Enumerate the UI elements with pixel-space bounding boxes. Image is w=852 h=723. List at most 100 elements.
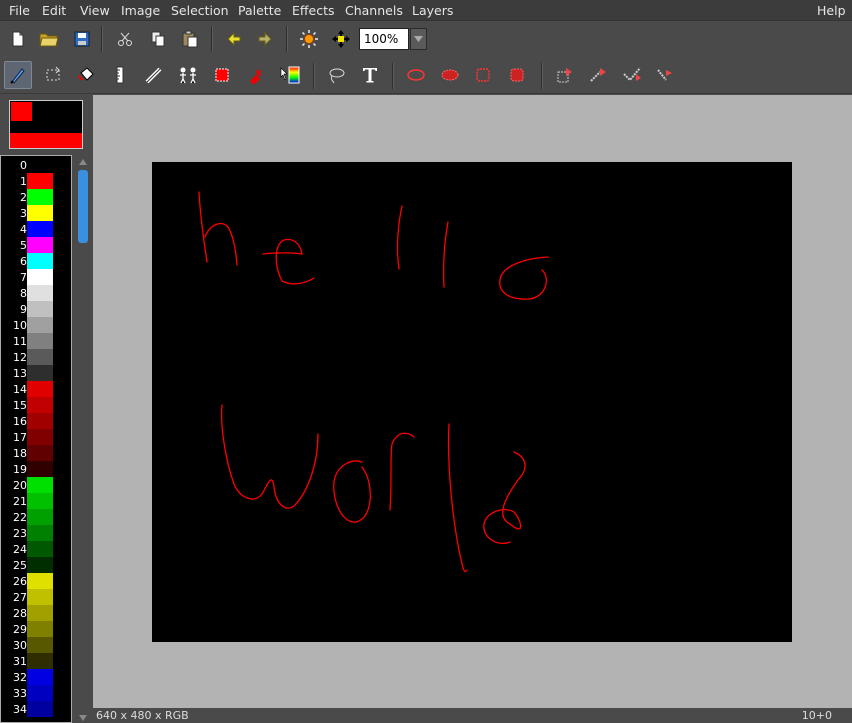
palette-color-swatch[interactable] (27, 605, 53, 621)
palette-color-swatch[interactable] (27, 493, 53, 509)
palette-entry[interactable]: 24 (1, 541, 71, 557)
palette-entry[interactable]: 29 (1, 621, 71, 637)
palette-entry[interactable]: 13 (1, 365, 71, 381)
palette-color-swatch[interactable] (27, 365, 53, 381)
palette-entry[interactable]: 6 (1, 253, 71, 269)
palette-color-swatch[interactable] (27, 413, 53, 429)
palette-entry[interactable]: 20 (1, 477, 71, 493)
palette-color-swatch[interactable] (27, 461, 53, 477)
palette-entry[interactable]: 14 (1, 381, 71, 397)
palette-color-swatch[interactable] (27, 557, 53, 573)
palette-entry[interactable]: 12 (1, 349, 71, 365)
image-canvas[interactable] (152, 162, 792, 642)
canvas-workspace[interactable] (93, 95, 852, 708)
palette-entry[interactable]: 26 (1, 573, 71, 589)
brush-preset-4-icon[interactable] (652, 61, 680, 89)
rect-fill-icon[interactable] (503, 61, 531, 89)
palette-color-swatch[interactable] (27, 685, 53, 701)
ruler-icon[interactable] (106, 61, 134, 89)
cut-icon[interactable] (111, 25, 139, 53)
palette-entry[interactable]: 0 (1, 157, 71, 173)
palette-entry[interactable]: 16 (1, 413, 71, 429)
redo-icon[interactable] (251, 25, 279, 53)
palette-entry[interactable]: 17 (1, 429, 71, 445)
palette-entry[interactable]: 11 (1, 333, 71, 349)
palette-entry[interactable]: 8 (1, 285, 71, 301)
palette-color-swatch[interactable] (27, 221, 53, 237)
save-icon[interactable] (68, 25, 96, 53)
palette-color-swatch[interactable] (27, 525, 53, 541)
fill-bucket-icon[interactable] (72, 61, 100, 89)
clone-icon[interactable] (174, 61, 202, 89)
menu-palette[interactable]: Palette (238, 3, 281, 18)
palette-entry[interactable]: 33 (1, 685, 71, 701)
palette-color-swatch[interactable] (27, 381, 53, 397)
copy-icon[interactable] (144, 25, 172, 53)
zoom-dropdown-button[interactable] (410, 28, 427, 50)
crop-select-icon[interactable] (39, 61, 67, 89)
open-folder-icon[interactable] (35, 25, 63, 53)
palette-entry[interactable]: 1 (1, 173, 71, 189)
brush-preset-1-icon[interactable] (551, 61, 579, 89)
palette-color-swatch[interactable] (27, 317, 53, 333)
palette-color-swatch[interactable] (27, 621, 53, 637)
palette-entry[interactable]: 4 (1, 221, 71, 237)
new-file-icon[interactable] (4, 25, 32, 53)
palette-color-swatch[interactable] (27, 253, 53, 269)
palette-color-swatch[interactable] (27, 653, 53, 669)
palette-color-swatch[interactable] (27, 477, 53, 493)
background-color-swatch[interactable] (10, 133, 82, 148)
menu-view[interactable]: View (80, 3, 110, 18)
paste-icon[interactable] (176, 25, 204, 53)
palette-entry[interactable]: 2 (1, 189, 71, 205)
zoom-input[interactable]: 100% (359, 28, 409, 50)
palette-color-swatch[interactable] (27, 445, 53, 461)
palette-color-swatch[interactable] (27, 397, 53, 413)
color-preview[interactable] (9, 100, 83, 149)
palette-color-swatch[interactable] (27, 573, 53, 589)
brush-preset-2-icon[interactable] (585, 61, 613, 89)
palette-color-swatch[interactable] (27, 157, 53, 173)
palette-entry[interactable]: 15 (1, 397, 71, 413)
palette-color-swatch[interactable] (27, 429, 53, 445)
palette-entry[interactable]: 3 (1, 205, 71, 221)
palette-entry[interactable]: 9 (1, 301, 71, 317)
palette-color-swatch[interactable] (27, 333, 53, 349)
palette-entry[interactable]: 34 (1, 701, 71, 717)
palette-entry[interactable]: 21 (1, 493, 71, 509)
palette-entry[interactable]: 22 (1, 509, 71, 525)
undo-icon[interactable] (220, 25, 248, 53)
palette-entry[interactable]: 31 (1, 653, 71, 669)
palette-entry[interactable]: 7 (1, 269, 71, 285)
lasso-icon[interactable] (322, 61, 350, 89)
palette-entry[interactable]: 23 (1, 525, 71, 541)
gradient-icon[interactable] (276, 61, 304, 89)
palette-color-swatch[interactable] (27, 637, 53, 653)
foreground-color-swatch[interactable] (11, 102, 32, 121)
menu-effects[interactable]: Effects (292, 3, 335, 18)
palette-scrollbar[interactable] (76, 155, 90, 723)
palette-color-swatch[interactable] (27, 269, 53, 285)
palette-color-swatch[interactable] (27, 285, 53, 301)
palette-color-swatch[interactable] (27, 589, 53, 605)
scroll-up-icon[interactable] (79, 159, 87, 165)
palette-color-swatch[interactable] (27, 541, 53, 557)
brush-preset-3-icon[interactable] (619, 61, 647, 89)
palette-color-swatch[interactable] (27, 173, 53, 189)
move-view-icon[interactable] (327, 25, 355, 53)
palette-color-swatch[interactable] (27, 301, 53, 317)
scroll-down-icon[interactable] (79, 715, 87, 721)
menu-image[interactable]: Image (121, 3, 160, 18)
menu-help[interactable]: Help (817, 3, 846, 18)
palette-color-swatch[interactable] (27, 349, 53, 365)
ellipse-select-icon[interactable] (402, 61, 430, 89)
palette-entry[interactable]: 27 (1, 589, 71, 605)
palette-color-swatch[interactable] (27, 669, 53, 685)
palette-entry[interactable]: 28 (1, 605, 71, 621)
palette-entry[interactable]: 30 (1, 637, 71, 653)
ellipse-fill-icon[interactable] (436, 61, 464, 89)
palette-entry[interactable]: 32 (1, 669, 71, 685)
scrollbar-thumb[interactable] (78, 170, 88, 243)
menu-edit[interactable]: Edit (42, 3, 66, 18)
palette-color-swatch[interactable] (27, 509, 53, 525)
